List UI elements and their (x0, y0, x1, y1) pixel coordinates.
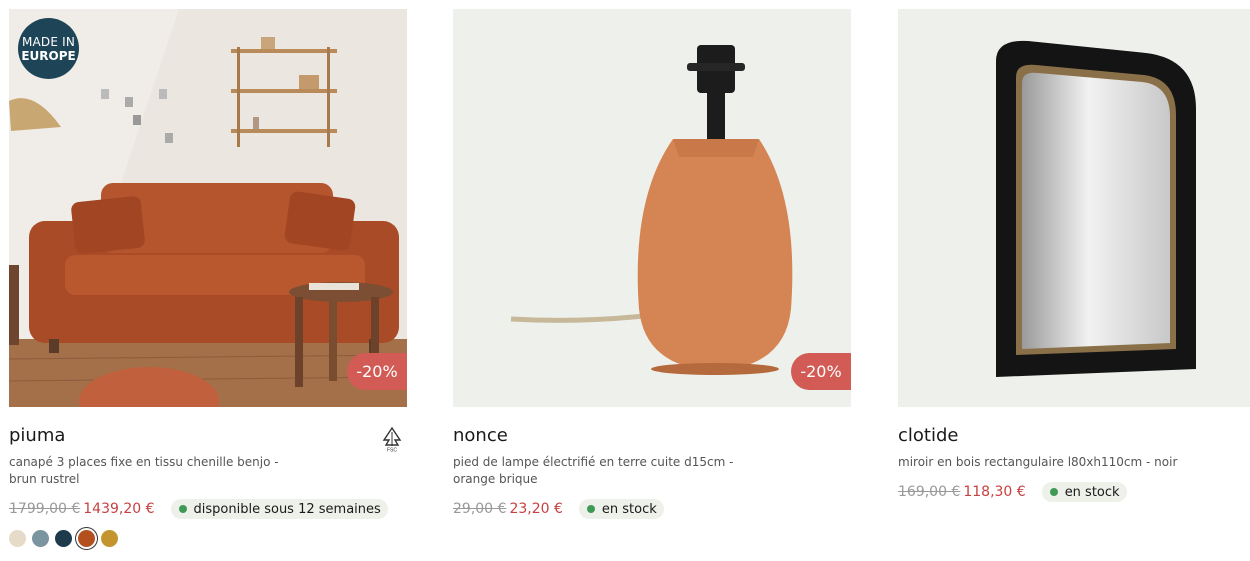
product-image-sofa[interactable]: MADE IN EUROPE -20% (9, 9, 407, 407)
lamp-base-illustration (510, 45, 793, 375)
stock-status-badge: en stock (1041, 482, 1127, 502)
swatch-mustard[interactable] (101, 530, 118, 547)
price-row: 169,00 € 118,30 € en stock (898, 481, 1250, 503)
stock-status-text: en stock (1064, 484, 1120, 500)
mirror-illustration (996, 40, 1196, 377)
product-image-lamp[interactable]: -20% (453, 9, 851, 407)
swatch-beige[interactable] (9, 530, 26, 547)
product-description[interactable]: miroir en bois rectangulaire l80xh110cm … (898, 454, 1198, 471)
discount-badge: -20% (347, 353, 407, 390)
product-description[interactable]: canapé 3 places fixe en tissu chenille b… (9, 454, 299, 488)
product-title[interactable]: nonce (453, 425, 851, 447)
product-title[interactable]: piuma (9, 425, 407, 447)
stock-dot-icon (586, 505, 595, 513)
discount-badge: -20% (791, 353, 851, 390)
fsc-tree-icon: FSC (382, 426, 402, 453)
swatch-navy[interactable] (55, 530, 72, 547)
product-title[interactable]: clotide (898, 425, 1250, 447)
swatch-brun-rustrel[interactable] (78, 530, 95, 547)
sale-price: 23,20 € (509, 501, 563, 517)
made-in-europe-badge: MADE IN EUROPE (18, 18, 79, 79)
badge-line-1: MADE IN (21, 34, 76, 49)
svg-text:FSC: FSC (387, 448, 397, 453)
swatch-grey-blue[interactable] (32, 530, 49, 547)
stock-status-text: disponible sous 12 semaines (193, 501, 381, 517)
product-description[interactable]: pied de lampe électrifié en terre cuite … (453, 454, 743, 488)
color-swatches (9, 530, 407, 547)
old-price: 1799,00 € (9, 501, 81, 517)
sale-price: 118,30 € (963, 484, 1026, 500)
price-row: 29,00 € 23,20 € en stock (453, 498, 851, 520)
sale-price: 1439,20 € (83, 501, 155, 517)
stock-status-badge: disponible sous 12 semaines (170, 499, 388, 519)
old-price: 29,00 € (453, 501, 507, 517)
stock-status-badge: en stock (578, 499, 664, 519)
stock-dot-icon (178, 505, 187, 513)
product-image-mirror[interactable] (898, 9, 1250, 407)
product-card-nonce[interactable]: -20% nonce pied de lampe électrifié en t… (453, 9, 851, 520)
product-card-piuma[interactable]: MADE IN EUROPE -20% piuma canapé 3 place… (9, 9, 407, 547)
product-card-clotide[interactable]: clotide miroir en bois rectangulaire l80… (898, 9, 1250, 503)
old-price: 169,00 € (898, 484, 961, 500)
stock-dot-icon (1049, 488, 1058, 496)
badge-line-2: EUROPE (21, 48, 76, 63)
stock-status-text: en stock (601, 501, 657, 517)
price-row: 1799,00 € 1439,20 € disponible sous 12 s… (9, 498, 407, 520)
